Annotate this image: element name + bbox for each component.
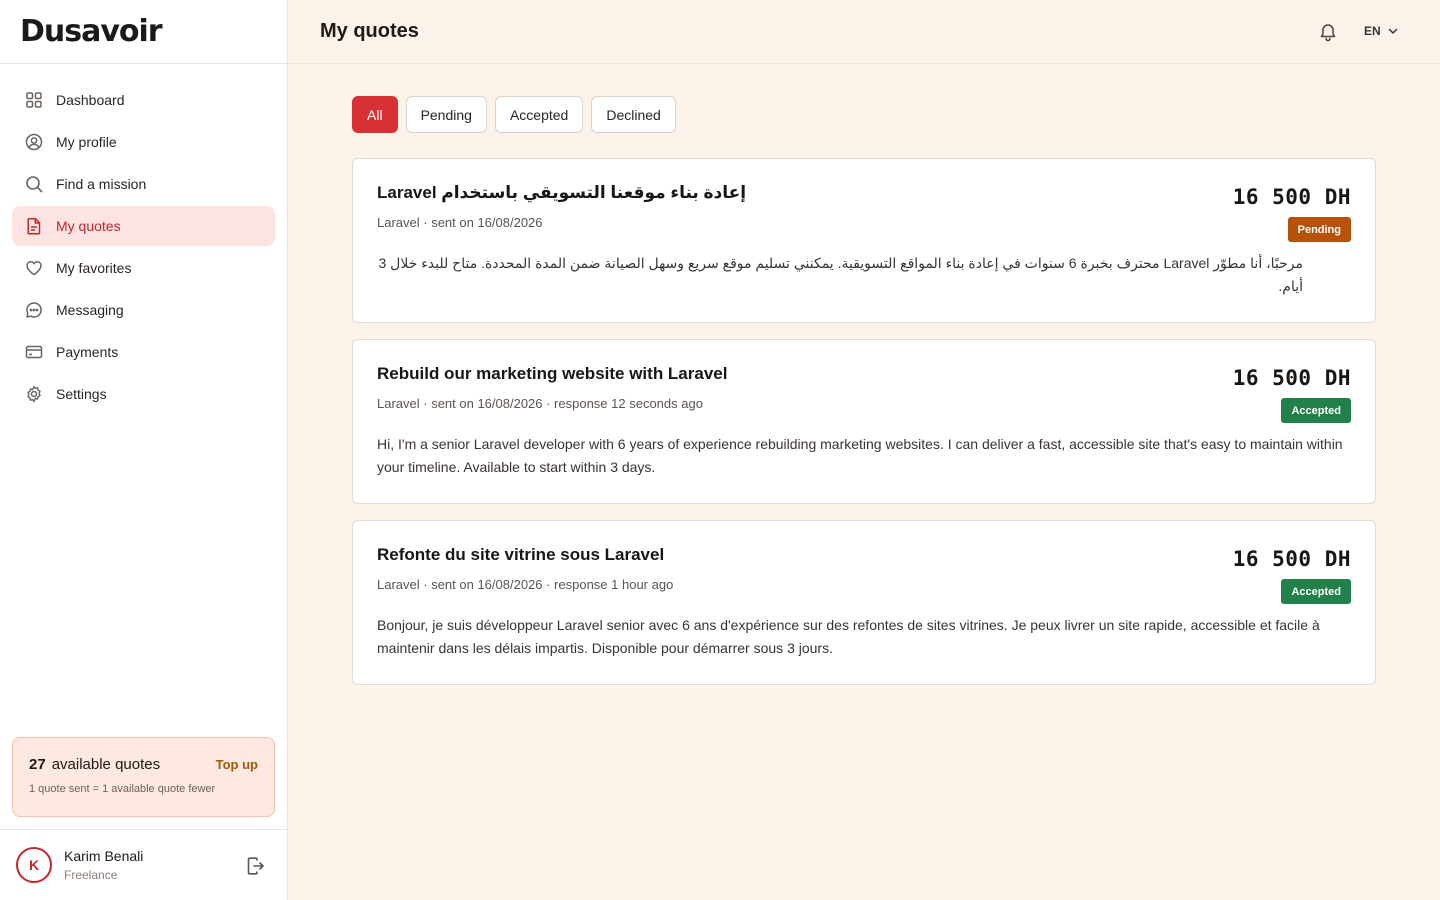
sidebar-item-label: My quotes [56,218,121,234]
sidebar-item-label: Payments [56,344,119,360]
sidebar-item-label: Messaging [56,302,124,318]
quote-card[interactable]: Refonte du site vitrine sous Laravel Lar… [352,520,1376,685]
bell-icon[interactable] [1318,22,1338,42]
user-bar: K Karim Benali Freelance [0,829,287,900]
quotes-list: إعادة بناء موقعنا التسويقي باستخدام Lara… [352,158,1376,685]
quote-price: 16 500 DH [1232,547,1351,571]
credits-count: 27 available quotes [29,756,160,773]
quote-title: Rebuild our marketing website with Larav… [377,364,728,383]
quote-meta: Laravel · sent on 16/08/2026 · response … [377,396,703,411]
quote-price: 16 500 DH [1232,366,1351,390]
chevron-down-icon [1388,28,1397,34]
quote-card[interactable]: إعادة بناء موقعنا التسويقي باستخدام Lara… [352,158,1376,323]
document-icon [24,216,44,236]
sidebar-item-payments[interactable]: Payments [12,332,275,372]
credit-card-icon [24,342,44,362]
sidebar-item-dashboard[interactable]: Dashboard [12,80,275,120]
search-icon [24,174,44,194]
quote-meta: Laravel · sent on 16/08/2026 · response … [377,577,674,592]
credits-number: 27 [29,756,46,773]
user-info: Karim Benali Freelance [64,848,143,882]
quote-title: Refonte du site vitrine sous Laravel [377,545,665,564]
sidebar-item-label: Find a mission [56,176,147,192]
user-circle-icon [24,132,44,152]
quote-meta: Laravel · sent on 16/08/2026 [377,215,543,230]
main-content: All Pending Accepted Declined إعادة بناء… [352,96,1376,701]
sidebar-item-find-a-mission[interactable]: Find a mission [12,164,275,204]
status-filters: All Pending Accepted Declined [352,96,1376,133]
status-badge: Pending [1287,217,1351,242]
sidebar-nav: Dashboard My profile Find a mission My q… [0,64,287,414]
sidebar-item-label: Dashboard [56,92,125,108]
filter-all[interactable]: All [352,96,398,133]
top-up-link[interactable]: Top up [216,757,258,772]
gear-icon [24,384,44,404]
sidebar-item-my-quotes[interactable]: My quotes [12,206,275,246]
status-badge: Accepted [1281,398,1351,423]
quote-message: Hi, I'm a senior Laravel developer with … [377,436,1343,475]
logo-bar: Dusavoir [0,0,287,64]
status-badge: Accepted [1281,579,1351,604]
sidebar-item-label: My profile [56,134,117,150]
avatar[interactable]: K [16,847,52,883]
credits-panel: 27 available quotes Top up 1 quote sent =… [12,737,275,817]
quote-message: مرحبًا، أنا مطوّر Laravel محترف بخبرة 6 … [378,255,1303,294]
filter-pending[interactable]: Pending [405,96,487,133]
language-selector[interactable]: EN [1364,24,1399,38]
sidebar-item-my-profile[interactable]: My profile [12,122,275,162]
user-role: Freelance [64,868,118,882]
quote-card[interactable]: Rebuild our marketing website with Larav… [352,339,1376,504]
quote-price: 16 500 DH [1232,185,1351,209]
filter-accepted[interactable]: Accepted [494,96,584,133]
sidebar-item-my-favorites[interactable]: My favorites [12,248,275,288]
logout-icon[interactable] [245,856,265,876]
credits-note: 1 quote sent = 1 available quote fewer [29,783,216,795]
quote-title: إعادة بناء موقعنا التسويقي باستخدام Lara… [377,183,747,202]
user-name: Karim Benali [64,848,144,864]
credits-label: available quotes [51,756,161,773]
sidebar-item-label: Settings [56,386,107,402]
grid-icon [24,90,44,110]
language-label: EN [1364,24,1381,38]
filter-declined[interactable]: Declined [591,96,676,133]
sidebar: Dusavoir Dashboard My profile Find a mis… [0,0,288,900]
chat-icon [24,300,44,320]
page-title: My quotes [320,20,419,42]
quote-message: Bonjour, je suis développeur Laravel sen… [377,617,1320,656]
brand-logo[interactable]: Dusavoir [20,14,163,49]
sidebar-item-messaging[interactable]: Messaging [12,290,275,330]
top-header: My quotes EN [288,0,1440,64]
heart-icon [24,258,44,278]
sidebar-item-label: My favorites [56,260,132,276]
sidebar-item-settings[interactable]: Settings [12,374,275,414]
